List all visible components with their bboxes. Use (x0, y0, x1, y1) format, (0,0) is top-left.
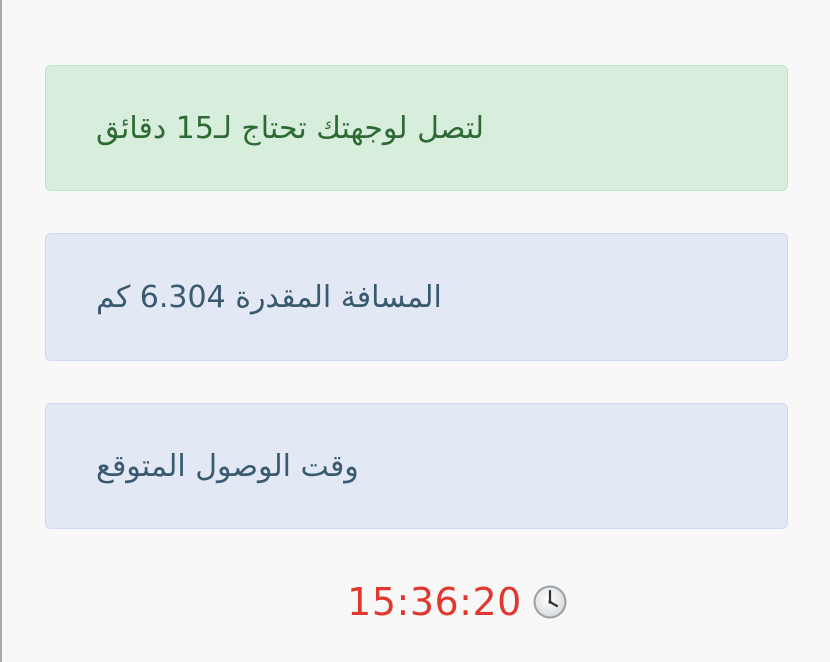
distance-alert: المسافة المقدرة 6.304 كم (45, 233, 788, 361)
arrival-alert: وقت الوصول المتوقع (45, 403, 788, 529)
arrival-label: وقت الوصول المتوقع (96, 448, 359, 484)
arrival-time-row: 15:36:20 (0, 578, 830, 626)
clock-icon (532, 584, 568, 620)
distance-text: المسافة المقدرة 6.304 كم (96, 279, 442, 315)
duration-text: لتصل لوجهتك تحتاج لـ15 دقائق (96, 110, 485, 146)
arrival-time: 15:36:20 (347, 580, 522, 624)
window-left-border (0, 0, 2, 662)
duration-alert: لتصل لوجهتك تحتاج لـ15 دقائق (45, 65, 788, 191)
